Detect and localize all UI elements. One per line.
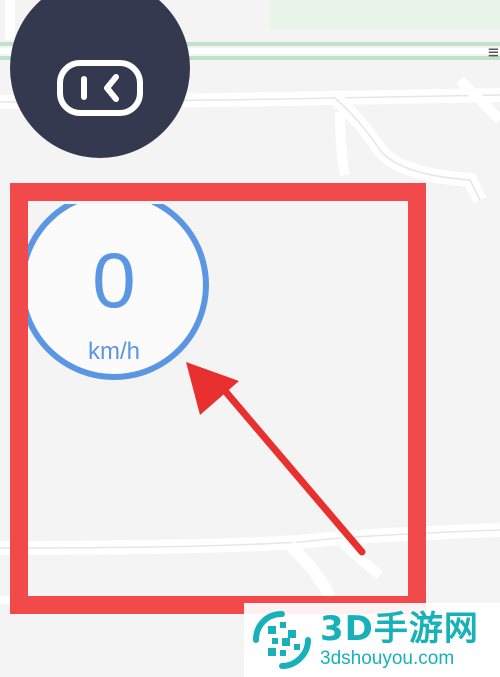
watermark-url: 3dshouyou.com [320, 648, 455, 669]
speed-unit: km/h [87, 338, 140, 365]
speed-value: 0 [92, 236, 136, 324]
watermark-logo-icon [253, 611, 311, 669]
steering-toggle-icon [57, 60, 143, 116]
svg-text:≡: ≡ [488, 42, 499, 63]
watermark-title: 3D手游网 [320, 609, 479, 649]
watermark: 3D手游网 3dshouyou.com [244, 603, 500, 677]
